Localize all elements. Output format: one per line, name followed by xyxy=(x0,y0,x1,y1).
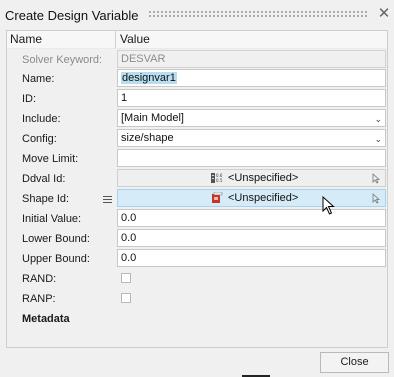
solver-keyword-label: Solver Keyword: xyxy=(22,54,103,66)
column-header-value: Value xyxy=(120,32,150,46)
mouse-cursor-icon xyxy=(322,196,335,215)
config-select[interactable]: size/shape ⌄ xyxy=(117,129,386,147)
initial-value-input[interactable]: 0.0 xyxy=(117,209,386,227)
svg-text:0.5: 0.5 xyxy=(216,178,223,183)
lower-bound-input[interactable]: 0.0 xyxy=(117,229,386,247)
table-header: Name Value xyxy=(7,31,387,49)
name-label: Name: xyxy=(22,73,55,85)
upper-bound-input[interactable]: 0.0 xyxy=(117,249,386,267)
select-arrow-icon[interactable] xyxy=(372,193,381,204)
shape-id-label: Shape Id: xyxy=(22,193,70,205)
include-select[interactable]: [Main Model] ⌄ xyxy=(117,109,386,127)
title-bar[interactable]: Create Design Variable ✕ xyxy=(0,0,394,30)
shape-id-value: <Unspecified> xyxy=(228,192,299,204)
ddval-id-value: <Unspecified> xyxy=(228,172,299,184)
ddval-entity-icon: 0.6 0.5 xyxy=(211,173,223,183)
move-limit-label: Move Limit: xyxy=(22,153,79,165)
close-button[interactable]: Close xyxy=(320,352,389,373)
initial-value-label: Initial Value: xyxy=(22,213,82,225)
ddval-id-selector[interactable]: 0.6 0.5 <Unspecified> xyxy=(117,169,386,187)
id-label: ID: xyxy=(22,93,37,105)
upper-bound-label: Upper Bound: xyxy=(22,253,90,265)
chevron-down-icon: ⌄ xyxy=(374,134,382,144)
dialog-title: Create Design Variable xyxy=(5,8,139,23)
column-divider[interactable] xyxy=(115,31,116,48)
drag-grip[interactable] xyxy=(148,10,368,19)
rand-label: RAND: xyxy=(22,273,57,285)
header-divider xyxy=(7,48,387,49)
ranp-label: RANP: xyxy=(22,293,56,305)
include-label: Include: xyxy=(22,113,61,125)
ddval-id-label: Ddval Id: xyxy=(22,173,66,185)
rand-checkbox[interactable] xyxy=(121,273,131,283)
name-input[interactable]: designvar1 xyxy=(117,69,386,87)
metadata-section-label[interactable]: Metadata xyxy=(22,313,70,325)
solver-keyword-field: DESVAR xyxy=(117,50,386,68)
ranp-checkbox[interactable] xyxy=(121,293,131,303)
shape-id-selector[interactable]: <Unspecified> xyxy=(117,189,386,207)
property-table: Name Value Solver Keyword: DESVAR Name: … xyxy=(6,30,388,348)
select-arrow-icon[interactable] xyxy=(372,173,381,184)
close-icon[interactable]: ✕ xyxy=(377,6,391,22)
name-value: designvar1 xyxy=(121,72,177,84)
shape-entity-icon xyxy=(212,192,223,203)
menu-lines-icon[interactable] xyxy=(103,195,112,204)
include-value: [Main Model] xyxy=(121,112,184,124)
config-label: Config: xyxy=(22,133,57,145)
chevron-down-icon: ⌄ xyxy=(374,114,382,124)
lower-bound-label: Lower Bound: xyxy=(22,233,90,245)
config-value: size/shape xyxy=(121,132,174,144)
move-limit-input[interactable] xyxy=(117,149,386,167)
id-input[interactable]: 1 xyxy=(117,89,386,107)
column-header-name: Name xyxy=(10,32,43,46)
